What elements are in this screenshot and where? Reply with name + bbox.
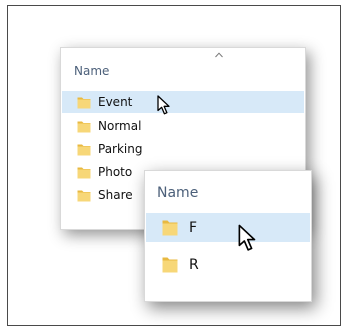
chevron-up-icon[interactable] (215, 52, 223, 58)
screenshot-frame: Name Event Normal Parking Photo Share Na… (7, 5, 341, 326)
folder-icon (162, 220, 178, 236)
zoomed-file-list-panel: Name F R (144, 170, 312, 302)
folder-icon (77, 167, 91, 178)
folder-label: Parking (98, 142, 143, 156)
name-column-header[interactable]: Name (157, 185, 198, 201)
folder-label: R (189, 256, 199, 273)
mouse-pointer-icon (238, 224, 256, 251)
folder-item-parking[interactable]: Parking (62, 138, 304, 160)
folder-label: Event (98, 95, 133, 109)
folder-icon (77, 144, 91, 155)
mouse-pointer-icon (157, 95, 170, 115)
folder-item-f[interactable]: F (146, 213, 310, 242)
folder-label: Share (98, 188, 133, 202)
folder-item-normal[interactable]: Normal (62, 115, 304, 137)
folder-icon (77, 97, 91, 108)
folder-item-event[interactable]: Event (62, 91, 304, 113)
folder-label: Normal (98, 119, 142, 133)
folder-item-r[interactable]: R (146, 250, 310, 279)
folder-icon (77, 121, 91, 132)
folder-icon (162, 257, 178, 273)
folder-label: Photo (98, 165, 133, 179)
name-column-header[interactable]: Name (74, 64, 109, 78)
folder-label: F (189, 219, 198, 236)
folder-icon (77, 190, 91, 201)
